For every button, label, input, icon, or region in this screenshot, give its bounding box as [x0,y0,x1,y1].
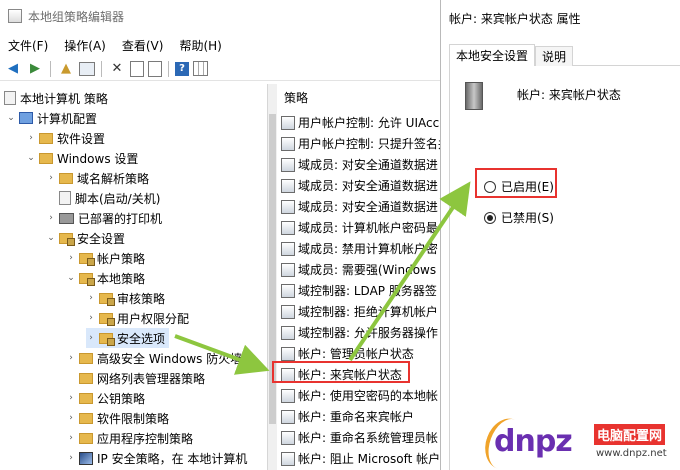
watermark-logo: dnpz 电脑配置网 www.dnpz.net [478,412,680,470]
arrow-to-policy [174,334,270,375]
watermark-brand: dnpz [494,424,573,459]
watermark-brand-cn: 电脑配置网 [594,424,666,445]
annotation-arrows [174,181,471,375]
watermark-url: www.dnpz.net [596,448,667,459]
arrow-to-enabled [348,181,471,362]
